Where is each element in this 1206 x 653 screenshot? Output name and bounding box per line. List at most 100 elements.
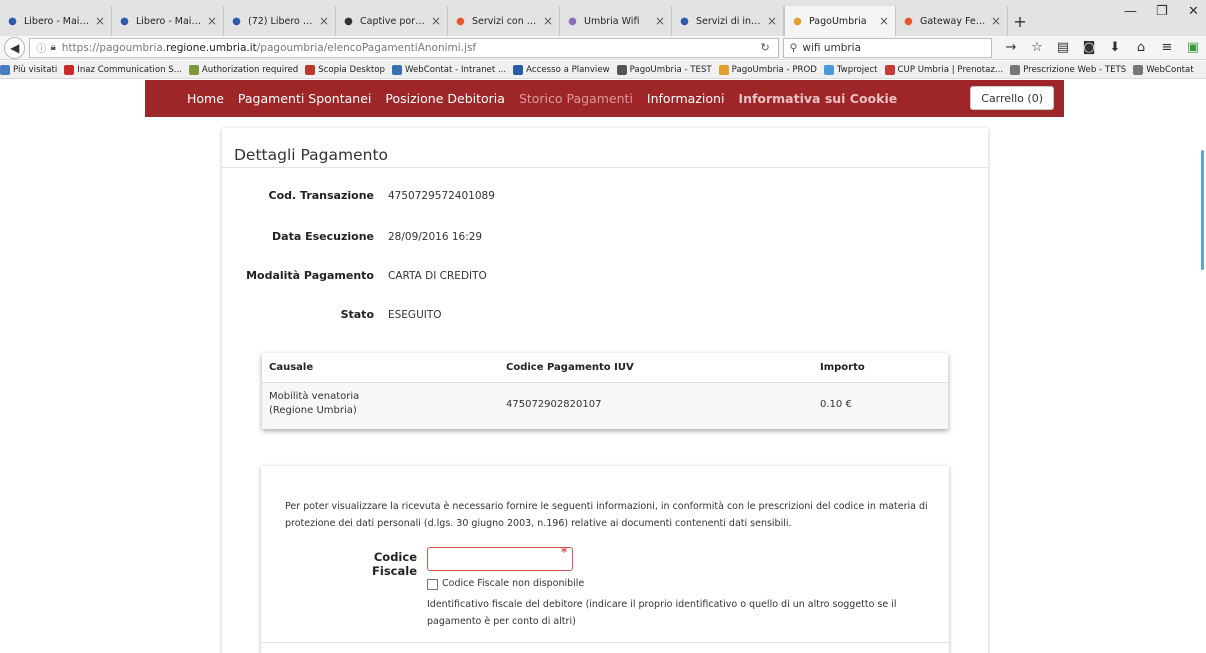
bookmark-item[interactable]: Più visitati <box>0 64 58 75</box>
bookmark-item[interactable]: Twproject <box>823 64 878 75</box>
bookmark-label: Prescrizione Web - TETS <box>1023 64 1127 75</box>
bookmark-item[interactable]: Inaz Communication S... <box>64 64 182 75</box>
pagoumbria-icon: ● <box>793 15 802 27</box>
browser-tab[interactable]: ● PagoUmbria × <box>784 6 896 36</box>
tab-label: Libero - Mail, ... <box>24 15 91 27</box>
browser-tab[interactable]: ● Servizi con ac... × <box>448 6 560 36</box>
browser-tab[interactable]: ● Servizi di inte... × <box>672 6 784 36</box>
address-bar[interactable]: ⓘ 🔒︎ https://pagoumbria. regione.umbria.i… <box>29 37 779 58</box>
page-title: Dettagli Pagamento <box>234 146 389 164</box>
window-close-icon[interactable]: ✕ <box>1188 4 1199 19</box>
addon-icon[interactable]: ▣ <box>1180 40 1206 55</box>
browser-tab[interactable]: ● Libero - Mail, ... × <box>0 6 112 36</box>
nav-posizione-debitoria[interactable]: Posizione Debitoria <box>385 91 505 106</box>
servizi-x-icon: ● <box>680 15 689 27</box>
bookmark-icon <box>1133 64 1144 75</box>
home-icon[interactable]: ⌂ <box>1128 40 1154 55</box>
cell-importo: 0.10 € <box>820 399 852 410</box>
cart-button[interactable]: Carrello (0) <box>970 86 1054 110</box>
bookmark-label: WebContat <box>1146 64 1194 75</box>
download-icon[interactable]: ⬇ <box>1102 40 1128 55</box>
browser-tab[interactable]: ● Captive porta... × <box>336 6 448 36</box>
bookmark-item[interactable]: PagoUmbria - PROD <box>718 64 817 75</box>
tab-label: Umbria Wifi <box>584 15 640 27</box>
cf-unavailable-checkbox[interactable] <box>427 579 438 590</box>
page-scrollbar[interactable] <box>1201 150 1204 270</box>
codice-fiscale-label: Codice Fiscale <box>372 550 417 578</box>
menu-icon[interactable]: ≡ <box>1154 40 1180 55</box>
codice-fiscale-input[interactable] <box>427 547 573 571</box>
bookmark-item[interactable]: PagoUmbria - TEST <box>616 64 712 75</box>
bookmark-item[interactable]: Prescrizione Web - TETS <box>1010 64 1127 75</box>
browser-tab[interactable]: ● Gateway FedE... × <box>896 6 1008 36</box>
wikipedia-icon: ● <box>344 15 353 27</box>
bookmark-label: Più visitati <box>13 64 58 75</box>
browser-tab[interactable]: ● Umbria Wifi × <box>560 6 672 36</box>
nav-home[interactable]: Home <box>187 91 224 106</box>
tab-label: Servizi di inte... <box>696 15 763 27</box>
close-icon[interactable]: × <box>207 14 217 28</box>
close-icon[interactable]: × <box>991 14 1001 28</box>
toolbar-icons: → ☆ ▤ ◙ ⬇ ⌂ ≡ ▣ <box>998 40 1206 55</box>
pocket-icon[interactable]: ◙ <box>1076 40 1102 55</box>
bookmark-item[interactable]: Scopia Desktop <box>305 64 385 75</box>
bookmark-icon <box>391 64 402 75</box>
back-arrow-icon[interactable]: ◀ <box>4 36 26 59</box>
restore-icon[interactable]: ❐ <box>1156 4 1168 19</box>
tab-label: Libero - Mail, ... <box>136 15 203 27</box>
title-divider <box>222 167 988 168</box>
nav-storico-pagamenti[interactable]: Storico Pagamenti <box>519 91 633 106</box>
close-icon[interactable]: × <box>767 14 777 28</box>
tab-label: PagoUmbria <box>809 15 867 27</box>
bookmark-star-icon[interactable]: ☆ <box>1024 40 1050 55</box>
close-icon[interactable]: × <box>655 14 665 28</box>
info-icon[interactable]: ⓘ <box>36 40 46 55</box>
browser-tab[interactable]: ● Libero - Mail, ... × <box>112 6 224 36</box>
bookmark-label: WebContat - Intranet ... <box>404 64 507 75</box>
new-tab-icon[interactable]: + <box>1008 6 1032 36</box>
table-row: Mobilità venatoria (Regione Umbria) 4750… <box>262 383 948 429</box>
reading-list-icon[interactable]: ▤ <box>1050 40 1076 55</box>
libero-icon: ● <box>232 15 241 27</box>
status-value: ESEGUITO <box>388 309 442 321</box>
libero-icon: ● <box>8 15 17 27</box>
browser-navbar: ◀ ⓘ 🔒︎ https://pagoumbria. regione.umbria… <box>0 36 1206 60</box>
bookmark-item[interactable]: Accesso a Planview <box>513 64 610 75</box>
umbria-wifi-icon: ● <box>568 15 577 27</box>
search-input[interactable]: ⚲ wifi umbria <box>782 37 992 58</box>
go-arrow-icon[interactable]: → <box>998 40 1024 55</box>
browser-tab[interactable]: ● (72) Libero M... × <box>224 6 336 36</box>
close-icon[interactable]: × <box>879 14 889 28</box>
search-icon: ⚲ <box>789 41 798 54</box>
minimize-icon[interactable]: — <box>1124 4 1137 19</box>
site-menu: Home Pagamenti Spontanei Posizione Debit… <box>187 80 911 117</box>
transaction-code-value: 4750729572401089 <box>388 190 495 202</box>
col-iuv: Codice Pagamento IUV <box>506 362 634 373</box>
execution-date-value: 28/09/2016 16:29 <box>388 231 483 243</box>
lock-icon[interactable]: 🔒︎ <box>50 42 55 53</box>
bookmark-item[interactable]: CUP Umbria | Prenotaz... <box>884 64 1004 75</box>
bookmark-item[interactable]: WebContat - Intranet ... <box>391 64 507 75</box>
reload-icon[interactable]: ↻ <box>760 41 769 54</box>
bookmark-icon <box>305 64 316 75</box>
required-asterisk-icon: * <box>561 545 568 559</box>
search-value: wifi umbria <box>802 41 862 54</box>
close-icon[interactable]: × <box>543 14 553 28</box>
bookmark-item[interactable]: Authorization required <box>188 64 298 75</box>
bookmark-label: CUP Umbria | Prenotaz... <box>897 64 1004 75</box>
tab-label: (72) Libero M... <box>248 15 315 27</box>
bookmark-icon <box>616 64 627 75</box>
close-icon[interactable]: × <box>95 14 105 28</box>
nav-pagamenti-spontanei[interactable]: Pagamenti Spontanei <box>238 91 371 106</box>
cf-unavailable-label[interactable]: Codice Fiscale non disponibile <box>442 578 584 589</box>
nav-informativa-cookie[interactable]: Informativa sui Cookie <box>738 91 897 106</box>
nav-informazioni[interactable]: Informazioni <box>647 91 725 106</box>
close-icon[interactable]: × <box>431 14 441 28</box>
bookmark-label: Scopia Desktop <box>318 64 385 75</box>
status-label: Stato <box>340 308 374 321</box>
browser-tab-strip: ● Libero - Mail, ... × ● Libero - Mail, … <box>0 0 1206 36</box>
panel-divider <box>261 642 949 643</box>
bookmark-item[interactable]: WebContat <box>1133 64 1194 75</box>
close-icon[interactable]: × <box>319 14 329 28</box>
gateway-icon: ● <box>904 15 913 27</box>
